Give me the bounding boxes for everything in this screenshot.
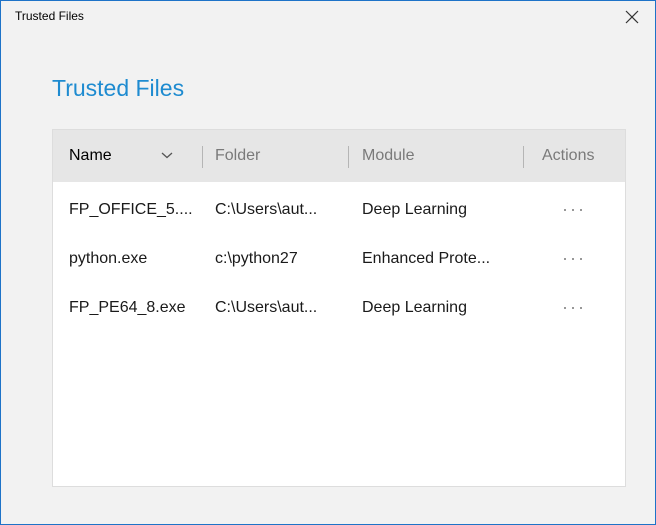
page-title: Trusted Files [52, 75, 185, 101]
row-folder: C:\Users\aut... [215, 298, 318, 316]
column-header-module[interactable]: Module [362, 130, 414, 182]
more-horizontal-icon [564, 257, 582, 260]
row-folder: c:\python27 [215, 249, 298, 267]
row-actions-button[interactable] [559, 234, 587, 283]
row-folder: C:\Users\aut... [215, 200, 318, 218]
column-header-module-label: Module [362, 147, 415, 164]
column-header-folder[interactable]: Folder [215, 130, 260, 182]
more-horizontal-icon [564, 208, 582, 211]
column-header-name[interactable]: Name [69, 130, 112, 182]
row-name: FP_PE64_8.exe [69, 298, 186, 316]
row-module: Deep Learning [362, 200, 467, 218]
column-header-actions-label: Actions [542, 147, 595, 164]
table-row[interactable]: FP_PE64_8.exe C:\Users\aut... Deep Learn… [53, 283, 625, 332]
table-row[interactable]: FP_OFFICE_5.... C:\Users\aut... Deep Lea… [53, 185, 625, 234]
row-module: Deep Learning [362, 298, 467, 316]
trusted-files-table: Name Folder Module Actions FP_OFFICE_5..… [52, 129, 626, 487]
table-row[interactable]: python.exe c:\python27 Enhanced Prote... [53, 234, 625, 283]
more-horizontal-icon [564, 306, 582, 309]
column-header-actions: Actions [542, 130, 594, 182]
row-name: python.exe [69, 249, 148, 267]
column-divider[interactable] [202, 146, 203, 168]
close-button[interactable] [609, 1, 655, 33]
chevron-down-icon[interactable] [160, 150, 174, 160]
row-name: FP_OFFICE_5.... [69, 200, 193, 218]
row-actions-button[interactable] [559, 283, 587, 332]
close-icon [625, 10, 639, 24]
table-header: Name Folder Module Actions [53, 130, 625, 182]
column-header-name-label: Name [69, 147, 112, 164]
window-title: Trusted Files [15, 9, 84, 23]
row-actions-button[interactable] [559, 185, 587, 234]
column-divider[interactable] [523, 146, 524, 168]
trusted-files-window: Trusted Files Trusted Files Name Folder … [0, 0, 656, 525]
column-divider[interactable] [348, 146, 349, 168]
title-bar: Trusted Files [1, 1, 655, 33]
column-header-folder-label: Folder [215, 147, 261, 164]
row-module: Enhanced Prote... [362, 249, 491, 267]
